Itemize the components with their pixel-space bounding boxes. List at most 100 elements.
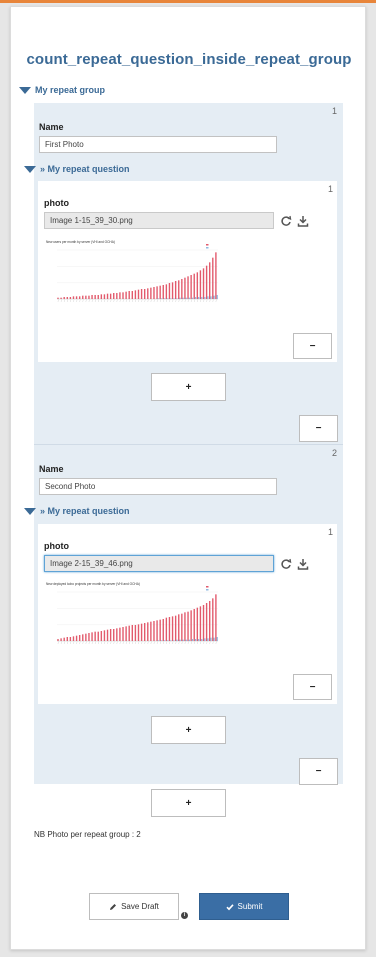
photo-file-field[interactable]: Image 2-15_39_46.png <box>44 555 274 572</box>
x-tick <box>132 641 133 645</box>
bar-series-1 <box>57 639 59 641</box>
chart-bars <box>57 591 218 645</box>
x-tick <box>88 299 90 303</box>
collapse-triangle-icon[interactable] <box>24 165 36 173</box>
bar-series-1 <box>60 638 62 641</box>
bar-series-1 <box>94 295 96 299</box>
bar-series-2 <box>207 296 209 299</box>
photo-label: photo <box>44 541 69 551</box>
save-draft-label: Save Draft <box>121 902 159 911</box>
x-tick <box>163 299 164 303</box>
remove-question-button[interactable]: − <box>293 333 332 359</box>
bar-series-1 <box>128 625 130 641</box>
bar-series-1 <box>156 620 158 641</box>
name-label: Name <box>39 122 64 132</box>
bar-series-1 <box>205 603 208 641</box>
download-icon[interactable] <box>297 215 309 227</box>
x-tick <box>125 641 127 645</box>
bar-series-1 <box>116 293 118 299</box>
chart-title: New deployed kobo projects per month by … <box>46 582 140 586</box>
bar-series-2 <box>160 298 163 299</box>
x-tick <box>73 299 75 303</box>
add-question-button[interactable]: + <box>151 373 226 401</box>
bar-series-1 <box>103 630 106 641</box>
bar-series-1 <box>199 606 202 641</box>
bar-series-2 <box>188 639 190 641</box>
bar-series-2 <box>210 637 212 641</box>
x-tick <box>91 641 93 645</box>
remove-group-instance-button[interactable]: − <box>299 758 338 785</box>
bar-series-1 <box>103 294 106 299</box>
photo-file-field[interactable]: Image 1-15_39_30.png <box>44 212 274 229</box>
remove-group-instance-button[interactable]: − <box>299 415 338 442</box>
refresh-icon[interactable] <box>280 558 292 570</box>
x-tick <box>212 641 214 645</box>
bar-series-2 <box>198 639 200 641</box>
repeat-question-instance: 1 photo Image 2-15_39_46.png New deploye… <box>38 524 337 704</box>
bar-series-2 <box>198 297 200 299</box>
info-icon[interactable]: i <box>181 912 188 919</box>
bar-series-1 <box>159 285 161 299</box>
x-tick <box>147 299 149 303</box>
bar-series-2 <box>204 297 206 299</box>
chart-bars <box>57 249 218 303</box>
add-group-instance-button[interactable]: + <box>151 789 226 817</box>
collapse-triangle-icon[interactable] <box>19 86 31 94</box>
photo-label: photo <box>44 198 69 208</box>
bar-series-2 <box>210 296 212 299</box>
x-tick <box>169 299 171 303</box>
bar-series-1 <box>209 601 211 641</box>
x-tick <box>138 641 140 645</box>
instance-number: 2 <box>331 448 337 458</box>
x-tick <box>85 641 87 645</box>
download-icon[interactable] <box>297 558 309 570</box>
x-tick <box>206 641 208 645</box>
remove-question-button[interactable]: − <box>293 674 332 700</box>
submit-button[interactable]: Submit <box>199 893 289 920</box>
name-input[interactable] <box>39 136 277 153</box>
bar-series-1 <box>78 635 81 641</box>
x-tick <box>197 641 198 645</box>
x-tick <box>194 641 195 645</box>
x-tick <box>184 641 186 645</box>
x-tick <box>150 641 152 645</box>
x-tick <box>159 299 161 303</box>
x-tick <box>163 641 164 645</box>
bar-series-2 <box>179 297 181 299</box>
x-tick <box>175 641 177 645</box>
refresh-icon[interactable] <box>280 215 292 227</box>
bar-series-2 <box>191 297 194 299</box>
bar-series-2 <box>163 298 166 299</box>
x-tick <box>169 641 171 645</box>
bar-series-1 <box>153 621 155 641</box>
x-tick <box>60 299 62 303</box>
repeat-group-header[interactable]: My repeat group <box>19 85 105 95</box>
bar-series-1 <box>178 280 180 299</box>
collapse-triangle-icon[interactable] <box>24 507 36 515</box>
bar-series-2 <box>201 297 203 299</box>
x-tick <box>94 299 96 303</box>
x-tick <box>113 299 115 303</box>
bar-series-1 <box>63 637 65 641</box>
x-tick <box>79 641 81 645</box>
bar-series-1 <box>187 611 189 641</box>
save-draft-button[interactable]: Save Draft <box>89 893 179 920</box>
bar-series-2 <box>216 637 218 641</box>
bar-series-1 <box>165 284 168 299</box>
x-tick <box>70 641 72 645</box>
bar-series-1 <box>193 273 195 299</box>
x-tick <box>119 299 121 303</box>
x-tick <box>101 641 103 645</box>
x-tick <box>175 299 177 303</box>
repeat-question-header[interactable]: » My repeat question <box>24 506 130 516</box>
x-tick <box>107 299 109 303</box>
bar-series-1 <box>199 270 202 299</box>
name-input[interactable] <box>39 478 277 495</box>
add-question-button[interactable]: + <box>151 716 226 744</box>
x-tick <box>144 299 146 303</box>
bar-series-1 <box>150 287 152 299</box>
repeat-question-header[interactable]: » My repeat question <box>24 164 130 174</box>
x-tick <box>209 641 211 645</box>
x-tick <box>116 641 118 645</box>
x-tick <box>57 299 59 303</box>
